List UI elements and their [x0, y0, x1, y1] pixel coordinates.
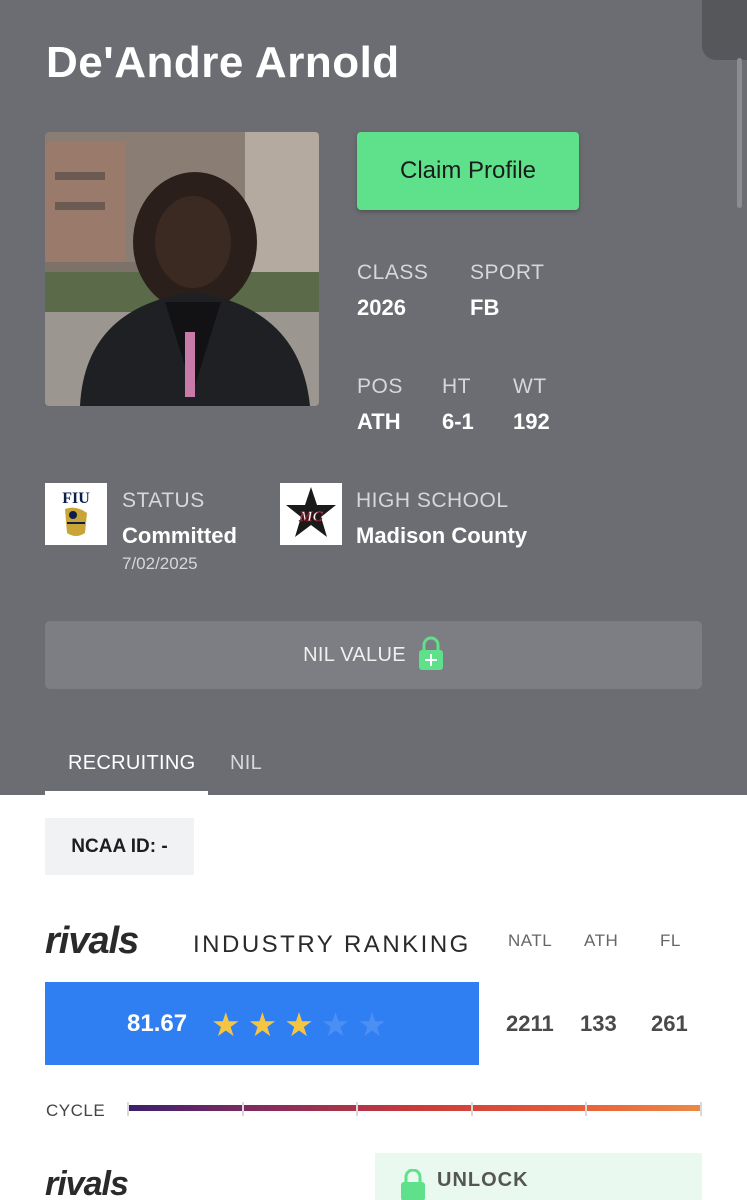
star-filled-icon: ★ — [247, 1006, 278, 1043]
weight-label: WT — [513, 375, 547, 398]
rating-score-box: 81.67 ★ ★ ★ ★ ★ — [45, 982, 479, 1065]
position-value: ATH — [357, 409, 401, 434]
weight-value: 192 — [513, 409, 550, 434]
cycle-timeline — [127, 1105, 702, 1111]
natl-header: NATL — [508, 931, 553, 950]
rivals-logo-secondary: rivals — [45, 1165, 129, 1200]
lock-icon — [418, 636, 444, 675]
unlock-button[interactable]: UNLOCK — [375, 1153, 702, 1200]
high-school-logo[interactable]: MC — [280, 483, 342, 545]
cycle-tick — [471, 1102, 473, 1116]
madison-county-logo-icon: MC — [286, 487, 336, 537]
cycle-tick — [127, 1102, 129, 1116]
cycle-tick — [700, 1102, 702, 1116]
state-rank-value: 261 — [651, 1011, 688, 1036]
cycle-label: CYCLE — [46, 1101, 106, 1120]
high-school-value[interactable]: Madison County — [356, 523, 527, 549]
star-filled-icon: ★ — [284, 1006, 314, 1043]
lock-icon — [401, 1168, 425, 1200]
star-empty-icon: ★ — [357, 1006, 387, 1043]
fiu-logo-text: FIU — [62, 490, 90, 507]
fiu-logo-icon: FIU — [62, 490, 90, 536]
cycle-tick — [242, 1102, 244, 1116]
nil-value-label: NIL VALUE — [303, 643, 406, 666]
status-value: Committed — [122, 523, 237, 548]
tab-nil[interactable]: NIL — [230, 752, 262, 775]
unlock-label: UNLOCK — [437, 1169, 529, 1191]
sport-label: SPORT — [470, 261, 545, 284]
athlete-photo-image — [45, 132, 319, 406]
star-rating: ★ ★ ★ ★ ★ — [211, 1008, 387, 1041]
position-label: POS — [357, 375, 403, 398]
claim-profile-button[interactable]: Claim Profile — [357, 132, 579, 210]
star-filled-icon: ★ — [211, 1006, 241, 1043]
position-rank-value: 133 — [580, 1011, 617, 1036]
scrollbar-thumb[interactable] — [737, 58, 742, 208]
status-label: STATUS — [122, 489, 205, 512]
industry-ranking-title: INDUSTRY RANKING — [193, 931, 471, 958]
nil-value-bar[interactable]: NIL VALUE — [45, 621, 702, 689]
class-value: 2026 — [357, 295, 406, 320]
natl-rank-value: 2211 — [506, 1011, 554, 1036]
star-empty-icon: ★ — [320, 1006, 351, 1043]
rating-score: 81.67 — [127, 1010, 188, 1037]
cycle-tick — [356, 1102, 358, 1116]
rivals-logo: rivals — [45, 920, 139, 962]
college-logo[interactable]: FIU — [45, 483, 107, 545]
tab-recruiting[interactable]: RECRUITING — [68, 752, 195, 775]
commit-date: 7/02/2025 — [122, 554, 198, 573]
hs-logo-text: MC — [298, 509, 323, 525]
profile-header: De'Andre Arnold Claim Profile CLASS 2026… — [0, 0, 747, 795]
athlete-name: De'Andre Arnold — [46, 38, 400, 87]
sport-value: FB — [470, 295, 500, 320]
high-school-label: HIGH SCHOOL — [356, 489, 509, 512]
height-value: 6-1 — [442, 409, 474, 434]
cycle-tick — [585, 1102, 587, 1116]
class-label: CLASS — [357, 261, 429, 284]
active-tab-indicator — [45, 791, 208, 795]
window-corner-handle — [702, 0, 747, 60]
ncaa-id-badge: NCAA ID: - — [45, 818, 194, 875]
athlete-photo — [45, 132, 319, 406]
height-label: HT — [442, 375, 471, 398]
state-rank-header: FL — [660, 931, 681, 950]
position-rank-header: ATH — [584, 931, 619, 950]
